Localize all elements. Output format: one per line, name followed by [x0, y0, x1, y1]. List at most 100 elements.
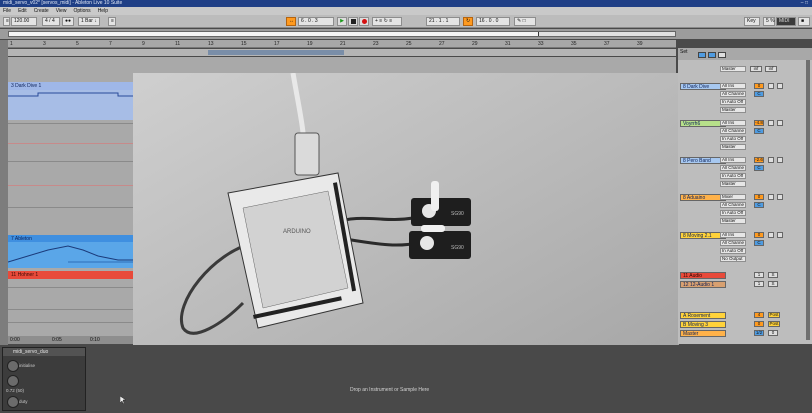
track-title[interactable]: 12 12-Audio 1 — [680, 281, 726, 288]
volume-field[interactable]: 1 — [754, 281, 764, 287]
post-button[interactable]: Post — [768, 312, 780, 318]
output-select[interactable]: Master — [720, 107, 746, 113]
solo-button[interactable] — [768, 120, 774, 126]
sends-toggle-icon[interactable] — [708, 52, 716, 58]
follow-button[interactable]: ≡ — [108, 17, 116, 26]
arrangement-position-icon[interactable]: ↔ — [286, 17, 296, 26]
menu-options[interactable]: Options — [73, 8, 90, 14]
monitor-select[interactable]: In Auto Off — [720, 173, 746, 179]
volume-field[interactable]: 1/2 — [754, 330, 764, 336]
volume-field[interactable]: 0 — [754, 194, 764, 200]
midi-map-button[interactable]: MIDI — [776, 17, 796, 26]
play-button[interactable]: ▶ — [337, 17, 347, 26]
input-channel[interactable]: All Channe — [720, 128, 746, 134]
song-position[interactable]: 6 . 0 . 3 — [298, 17, 334, 26]
output-select[interactable]: Master — [720, 66, 746, 72]
volume-field[interactable]: 0 — [754, 232, 764, 238]
output-select[interactable]: Master — [720, 181, 746, 187]
stop-button[interactable] — [348, 17, 358, 26]
link-button[interactable]: ≡ — [3, 17, 10, 26]
solo-button[interactable] — [768, 194, 774, 200]
loop-brace-bar[interactable] — [8, 49, 676, 56]
output-select[interactable]: Master — [720, 218, 746, 224]
input-channel[interactable]: All Channe — [720, 165, 746, 171]
input-type[interactable]: All Ins — [720, 232, 746, 238]
quantize-menu[interactable]: 1 Bar ↓ — [78, 17, 100, 26]
loop-switch-icon[interactable]: ↻ — [463, 17, 473, 26]
tempo-field[interactable]: 120.00 — [11, 17, 37, 26]
menu-create[interactable]: Create — [34, 8, 49, 14]
return-title[interactable]: A Rosement — [680, 312, 726, 319]
arm-button[interactable] — [777, 83, 783, 89]
post-button[interactable]: Post — [768, 321, 780, 327]
initialise-knob[interactable] — [7, 360, 19, 372]
monitor-select[interactable]: In Auto Off — [720, 136, 746, 142]
draw-mode-buttons[interactable]: ✎ □ — [514, 17, 536, 26]
input-type[interactable]: All Ins — [720, 83, 746, 89]
arm-button[interactable] — [777, 157, 783, 163]
pan-field[interactable]: 0 — [768, 330, 778, 336]
track-title[interactable]: 11 Audio — [680, 272, 726, 279]
arm-button[interactable] — [777, 120, 783, 126]
loop-start-field[interactable]: 21 . 1 . 1 — [426, 17, 460, 26]
volume-field[interactable]: 4 — [754, 312, 764, 318]
pan-field[interactable]: C — [754, 202, 764, 208]
output-select[interactable]: Master — [720, 144, 746, 150]
solo-button[interactable] — [768, 232, 774, 238]
loop-brace[interactable] — [208, 50, 344, 55]
menu-help[interactable]: Help — [98, 8, 108, 14]
metronome-button[interactable]: ●● — [62, 17, 74, 26]
solo-button[interactable] — [768, 157, 774, 163]
io-toggle-icon[interactable] — [698, 52, 706, 58]
input-type[interactable]: All Ins — [720, 157, 746, 163]
input-channel[interactable]: All Channe — [720, 202, 746, 208]
device-title[interactable]: midi_servo_duo — [3, 348, 85, 356]
arm-button[interactable] — [777, 194, 783, 200]
device-panel[interactable]: midi_servo_duo initialise 0.72 (50) duty — [2, 347, 86, 411]
arrangement-overview[interactable] — [0, 29, 812, 39]
output-select[interactable]: No Output — [720, 256, 746, 262]
input-type[interactable]: Mixer — [720, 194, 746, 200]
volume-field[interactable]: 0 — [754, 83, 764, 89]
input-channel[interactable]: All Channe — [720, 240, 746, 246]
menu-edit[interactable]: Edit — [18, 8, 27, 14]
record-button[interactable] — [359, 17, 369, 26]
return-title[interactable]: B Moving 3 — [680, 321, 726, 328]
ruler-tick: 13 — [208, 41, 214, 47]
arm-button[interactable] — [777, 232, 783, 238]
pan-field[interactable]: S — [768, 281, 778, 287]
pan-field[interactable]: C — [754, 91, 764, 97]
window-controls[interactable]: – □ — [801, 0, 808, 7]
menu-file[interactable]: File — [3, 8, 11, 14]
pan-field[interactable]: C — [754, 165, 764, 171]
overview-track[interactable] — [8, 31, 676, 37]
volume-field[interactable]: -2.6 — [754, 157, 764, 163]
monitor-select[interactable]: In Auto Off — [720, 99, 746, 105]
pan-field[interactable]: C — [754, 240, 764, 246]
pan-field[interactable]: S — [768, 272, 778, 278]
beat-ruler[interactable]: 1 3 5 7 9 11 13 15 17 19 21 23 25 27 29 … — [8, 40, 676, 48]
master-title[interactable]: Master — [680, 330, 726, 337]
input-type[interactable]: All Ins — [720, 120, 746, 126]
monitor-select[interactable]: In Auto Off — [720, 210, 746, 216]
volume-field[interactable]: 1 — [754, 272, 764, 278]
overview-selection[interactable] — [9, 32, 539, 36]
monitor-select[interactable]: In Auto Off — [720, 248, 746, 254]
duty-knob[interactable] — [7, 396, 19, 408]
pan-field[interactable]: C — [754, 128, 764, 134]
key-map-button[interactable]: Key — [744, 17, 760, 26]
mixer-scrollbar[interactable] — [806, 60, 810, 340]
volume-field[interactable]: inf — [750, 66, 762, 72]
solo-button[interactable] — [768, 83, 774, 89]
value-knob[interactable] — [7, 375, 19, 387]
loop-length-field[interactable]: 16 . 0 . 0 — [476, 17, 510, 26]
input-channel[interactable]: All Channe — [720, 91, 746, 97]
pan-field[interactable]: inf — [765, 66, 777, 72]
returns-toggle-icon[interactable] — [718, 52, 726, 58]
transport-tools[interactable]: + ≡ ↻ ≡ — [372, 17, 402, 26]
volume-field[interactable]: -4.8 — [754, 120, 764, 126]
time-tick: 0:05 — [52, 337, 62, 343]
volume-field[interactable]: 0 — [754, 321, 764, 327]
time-signature[interactable]: 4 / 4 — [42, 17, 60, 26]
menu-view[interactable]: View — [56, 8, 67, 14]
